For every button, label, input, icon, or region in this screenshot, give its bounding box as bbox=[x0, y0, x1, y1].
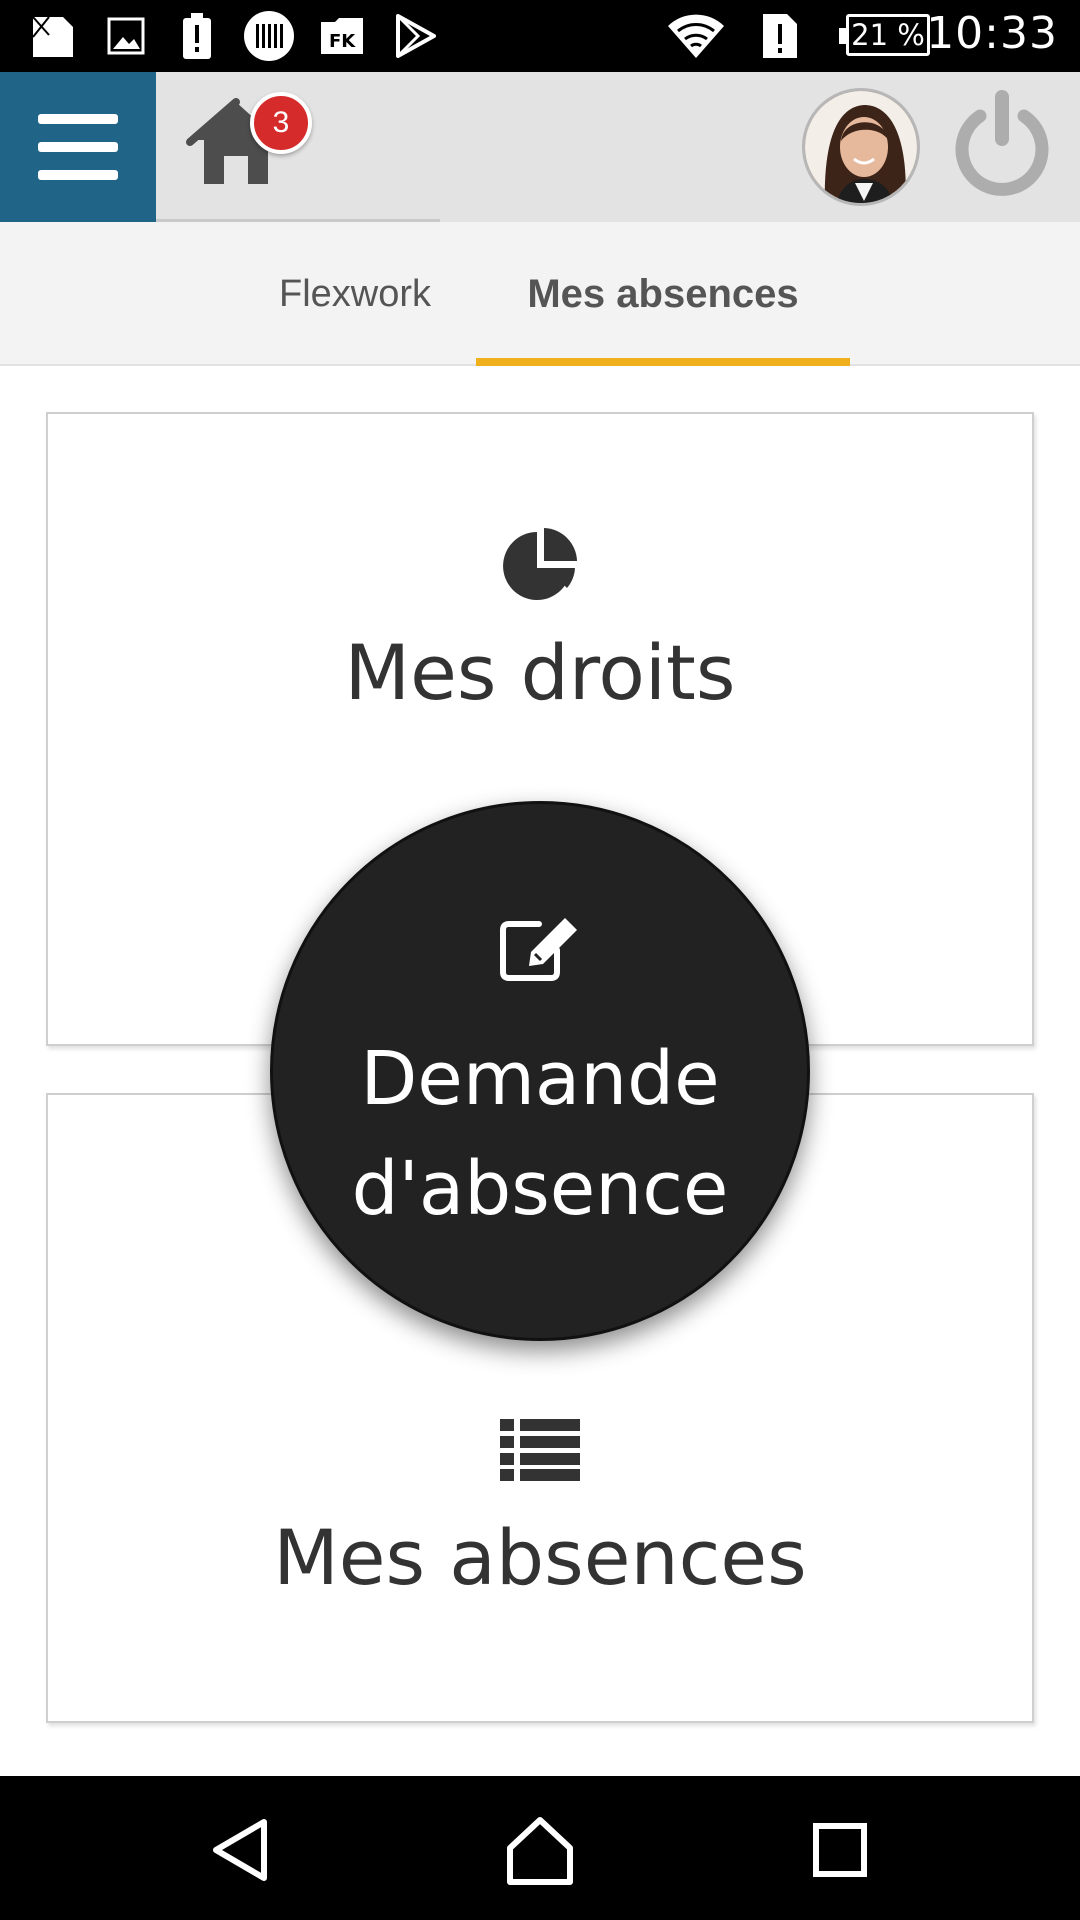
mes-absences-label: Mes absences bbox=[273, 1513, 807, 1602]
battery-indicator: 21 % bbox=[839, 14, 930, 56]
notification-badge: 3 bbox=[250, 92, 312, 154]
user-avatar[interactable] bbox=[802, 88, 920, 206]
demande-absence-label: Demande d'absence bbox=[273, 1024, 807, 1244]
battery-level: 21 % bbox=[851, 18, 925, 52]
power-icon[interactable] bbox=[950, 86, 1054, 204]
menu-button[interactable] bbox=[0, 72, 156, 222]
edit-icon bbox=[273, 916, 807, 982]
tab-bar: Flexwork Mes absences bbox=[0, 222, 1080, 366]
recents-icon[interactable] bbox=[800, 1810, 880, 1890]
navigation-bar bbox=[0, 1776, 1080, 1920]
clock: 10:33 bbox=[926, 8, 1058, 59]
barcode-app-icon bbox=[242, 11, 296, 61]
fk-app-icon: FK bbox=[318, 12, 366, 60]
image-notification-icon bbox=[106, 12, 146, 60]
wifi-icon bbox=[664, 12, 728, 60]
svg-text:FK: FK bbox=[329, 31, 356, 52]
fab-line-1: Demande bbox=[360, 1036, 720, 1122]
home-button[interactable]: 3 bbox=[156, 72, 440, 222]
app-header: 3 bbox=[0, 72, 1080, 222]
home-nav-icon[interactable] bbox=[500, 1810, 580, 1890]
tab-mes-absences[interactable]: Mes absences bbox=[476, 222, 850, 366]
hamburger-icon bbox=[38, 114, 118, 180]
sim-alert-icon bbox=[760, 12, 800, 60]
pie-chart-icon bbox=[48, 526, 1032, 604]
tab-flexwork[interactable]: Flexwork bbox=[250, 222, 460, 366]
user-photo-icon bbox=[805, 91, 917, 203]
list-icon bbox=[48, 1419, 1032, 1481]
document-notification-icon bbox=[28, 12, 78, 60]
fab-line-2: d'absence bbox=[351, 1146, 729, 1232]
mes-droits-label: Mes droits bbox=[344, 628, 736, 717]
play-store-icon bbox=[392, 12, 438, 60]
status-bar: FK 21 % 10:33 bbox=[0, 0, 1080, 72]
back-icon[interactable] bbox=[202, 1810, 282, 1890]
battery-alert-icon bbox=[180, 12, 214, 60]
demande-absence-button[interactable]: Demande d'absence bbox=[270, 801, 810, 1341]
